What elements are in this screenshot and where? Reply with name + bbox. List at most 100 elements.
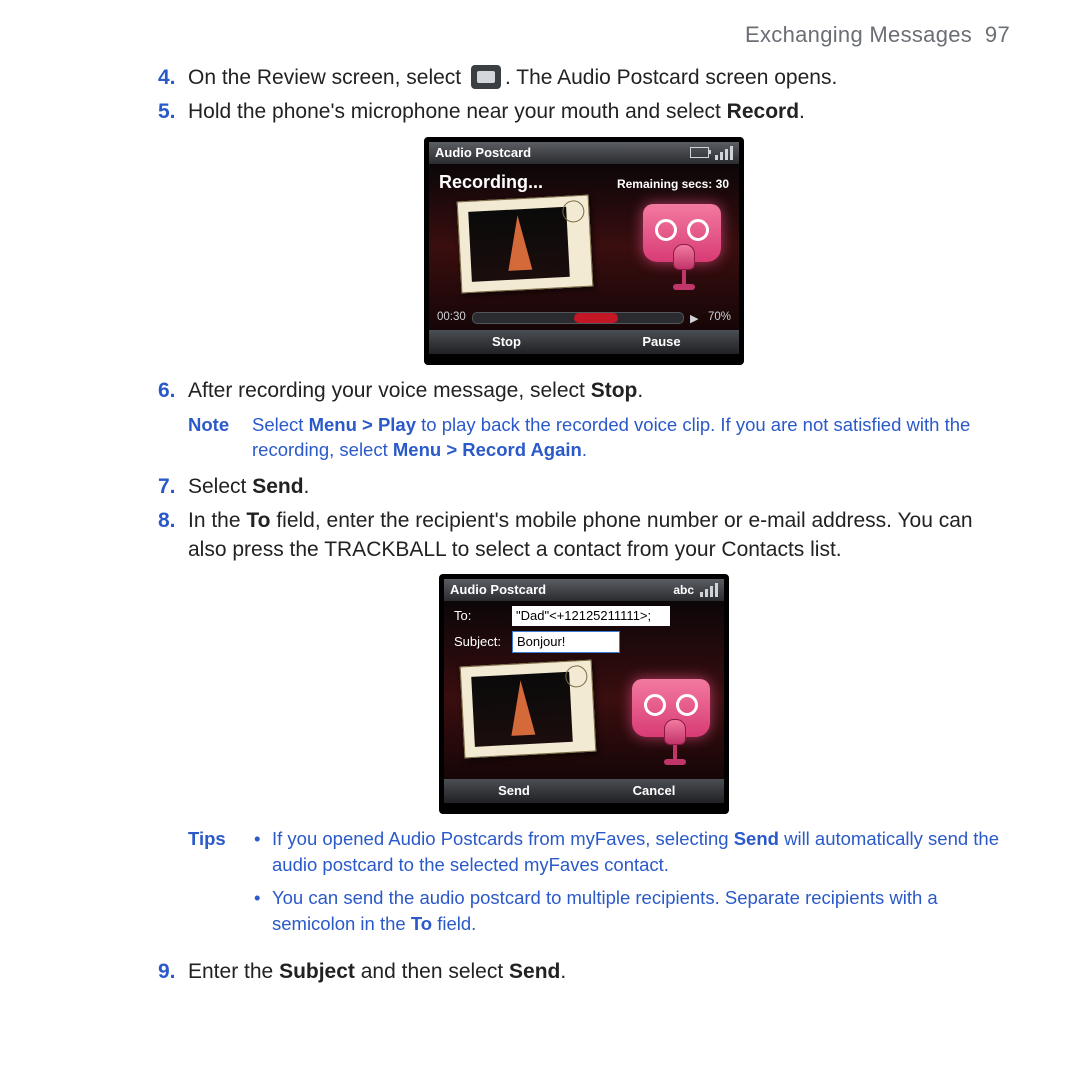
screenshot-recording: Audio Postcard Recording... Remaining se… [424, 137, 744, 365]
section-title: Exchanging Messages [745, 22, 972, 47]
step-text: Enter the [188, 960, 279, 983]
page-header: Exchanging Messages 97 [158, 22, 1010, 48]
step-number: 8. [158, 507, 188, 564]
elapsed-time: 00:30 [437, 310, 466, 326]
step-number: 7. [158, 473, 188, 501]
ui-label-send: Send [509, 960, 560, 983]
field-label-subject: Subject [279, 960, 355, 983]
subject-row: Subject: Bonjour! [444, 626, 724, 653]
step-text: and then select [355, 960, 509, 983]
step-text: field, enter the recipient's mobile phon… [188, 509, 973, 560]
step-text: . The Audio Postcard screen opens. [505, 66, 837, 89]
to-field[interactable]: "Dad"<+12125211111>; [512, 606, 670, 626]
titlebar: Audio Postcard [429, 142, 739, 164]
step-text: . [560, 960, 566, 983]
step-5: 5. Hold the phone's microphone near your… [158, 98, 1010, 126]
softkey-bar: Stop Pause [429, 330, 739, 354]
step-4: 4. On the Review screen, select . The Au… [158, 64, 1010, 92]
field-label-to: To [411, 913, 432, 934]
recording-label: Recording... [439, 170, 543, 194]
recording-screen: Recording... Remaining secs: 30 00:30 70… [429, 164, 739, 330]
signal-icon [715, 146, 733, 160]
step-body: After recording your voice message, sele… [188, 377, 1010, 405]
to-label: To: [454, 607, 504, 625]
thumbnail-image [471, 672, 573, 747]
softkey-bar: Send Cancel [444, 779, 724, 803]
status-icons [690, 146, 733, 160]
step-body: On the Review screen, select . The Audio… [188, 64, 1010, 92]
manual-page: Exchanging Messages 97 4. On the Review … [0, 0, 1080, 1080]
step-8: 8. In the To field, enter the recipient'… [158, 507, 1010, 564]
softkey-pause[interactable]: Pause [584, 330, 739, 354]
tip-text: You can send the audio postcard to multi… [272, 887, 938, 934]
microphone-icon [662, 719, 688, 767]
step-body: Hold the phone's microphone near your mo… [188, 98, 1010, 126]
thumbnail-image [468, 206, 570, 281]
step-text: . [799, 100, 805, 123]
ui-label-stop: Stop [591, 379, 638, 402]
tips-body: If you opened Audio Postcards from myFav… [252, 826, 1010, 944]
step-9: 9. Enter the Subject and then select Sen… [158, 958, 1010, 986]
speaker-icon [690, 312, 702, 324]
to-row: To: "Dad"<+12125211111>; [444, 601, 724, 626]
softkey-stop[interactable]: Stop [429, 330, 584, 354]
note-block: Note Select Menu > Play to play back the… [188, 413, 1010, 463]
tips-block: Tips If you opened Audio Postcards from … [188, 826, 1010, 944]
step-7: 7. Select Send. [158, 473, 1010, 501]
postmark-icon [565, 665, 588, 688]
step-text: Select [188, 475, 252, 498]
note-body: Select Menu > Play to play back the reco… [252, 413, 1010, 463]
postcard-thumbnail [457, 194, 594, 293]
tip-item: You can send the audio postcard to multi… [268, 885, 1010, 936]
recording-status-row: Recording... Remaining secs: 30 [429, 164, 739, 194]
step-text: In the [188, 509, 246, 532]
step-body: Enter the Subject and then select Send. [188, 958, 1010, 986]
note-label: Note [188, 413, 252, 463]
step-text: After recording your voice message, sele… [188, 379, 591, 402]
postcard-thumbnail [460, 660, 597, 759]
step-text: . [637, 379, 643, 402]
step-number: 4. [158, 64, 188, 92]
menu-path-play: Menu > Play [309, 414, 416, 435]
volume-percent: 70% [708, 310, 731, 326]
softkey-send[interactable]: Send [444, 779, 584, 803]
steps-list: 4. On the Review screen, select . The Au… [158, 64, 1010, 986]
progress-bar[interactable] [472, 312, 684, 324]
tip-item: If you opened Audio Postcards from myFav… [268, 826, 1010, 877]
subject-label: Subject: [454, 633, 504, 651]
audio-postcard-icon [471, 65, 501, 89]
step-text: On the Review screen, select [188, 66, 467, 89]
battery-icon [690, 147, 709, 158]
tip-text: If you opened Audio Postcards from myFav… [272, 828, 734, 849]
step-body: Select Send. [188, 473, 1010, 501]
step-number: 6. [158, 377, 188, 405]
send-screen: To: "Dad"<+12125211111>; Subject: Bonjou… [444, 601, 724, 779]
eiffel-tower-icon [506, 214, 533, 270]
step-body: In the To field, enter the recipient's m… [188, 507, 1010, 564]
eiffel-tower-icon [509, 679, 536, 735]
screenshot-send: Audio Postcard abc To: "Dad"<+1212521111… [439, 574, 729, 814]
progress-thumb [574, 313, 618, 323]
step-number: 9. [158, 958, 188, 986]
microphone-icon [671, 244, 697, 292]
ui-label-send: Send [734, 828, 779, 849]
step-number: 5. [158, 98, 188, 126]
status-icons: abc [673, 582, 718, 598]
step-text: . [304, 475, 310, 498]
signal-icon [700, 583, 718, 597]
ui-label-send: Send [252, 475, 303, 498]
app-title: Audio Postcard [435, 144, 531, 162]
softkey-cancel[interactable]: Cancel [584, 779, 724, 803]
app-title: Audio Postcard [450, 581, 546, 599]
input-mode-indicator: abc [673, 582, 694, 598]
tip-text: field. [432, 913, 476, 934]
progress-row: 00:30 70% [437, 310, 731, 326]
postmark-icon [562, 200, 585, 223]
subject-field[interactable]: Bonjour! [512, 631, 620, 653]
field-label-to: To [246, 509, 270, 532]
remaining-seconds: Remaining secs: 30 [617, 176, 729, 192]
menu-path-record-again: Menu > Record Again [393, 439, 582, 460]
note-text: Select [252, 414, 309, 435]
titlebar: Audio Postcard abc [444, 579, 724, 601]
step-text: Hold the phone's microphone near your mo… [188, 100, 727, 123]
